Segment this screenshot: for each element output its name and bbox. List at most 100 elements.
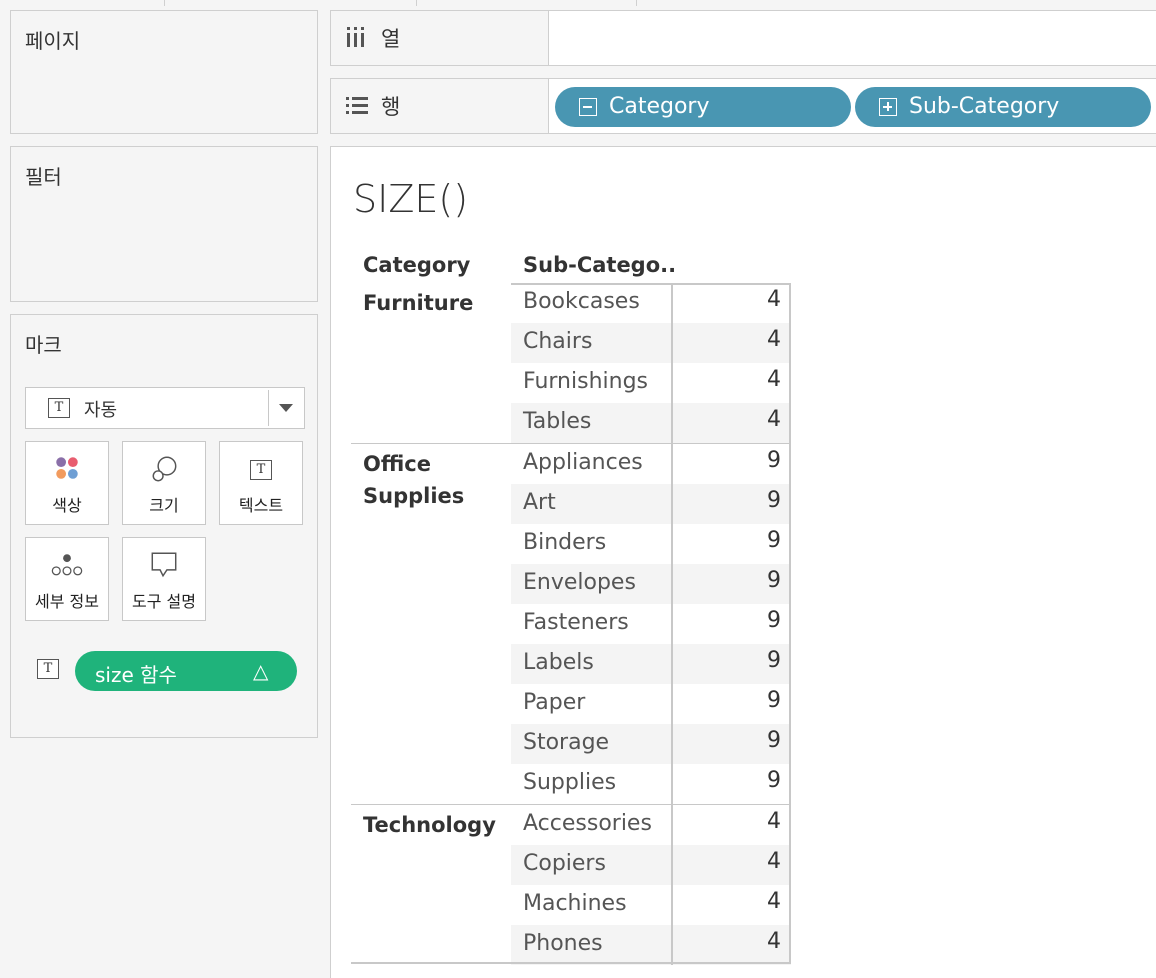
size-circles-icon (152, 456, 177, 482)
cell-divider (671, 403, 673, 443)
filters-title: 필터 (25, 165, 62, 189)
text-t-icon: T (250, 460, 272, 480)
table-row[interactable]: Machines 4 (511, 885, 791, 925)
subcategory-cell: Binders (523, 530, 607, 555)
subcategory-pill-label: Sub-Category (909, 94, 1060, 119)
tooltip-bubble-icon (151, 552, 177, 578)
size-value-cell: 9 (767, 768, 781, 793)
category-header-cell[interactable]: Furniture (363, 287, 513, 319)
table-row[interactable]: Binders 9 (511, 524, 791, 564)
detail-button[interactable]: 세부 정보 (25, 537, 109, 621)
table-row[interactable]: Appliances 9 (511, 444, 791, 484)
cell-divider (671, 604, 673, 644)
worksheet-title[interactable]: SIZE() (353, 177, 468, 221)
cell-divider (671, 363, 673, 403)
rows-drop-area[interactable]: Category Sub-Category (549, 79, 1156, 133)
table-row[interactable]: Tables 4 (511, 403, 791, 443)
size-value-cell: 9 (767, 688, 781, 713)
rows-shelf: 행 Category Sub-Category (330, 78, 1156, 134)
category-group: Technology Accessories 4 Copiers 4 Machines 4 P… (351, 804, 791, 965)
table-row[interactable]: Chairs 4 (511, 323, 791, 363)
cell-divider (671, 805, 673, 845)
subcategory-cell: Accessories (523, 811, 652, 836)
detail-button-label: 세부 정보 (35, 592, 99, 611)
subcategory-cell: Machines (523, 891, 627, 916)
pages-title: 페이지 (25, 29, 81, 53)
size-value-cell: 9 (767, 568, 781, 593)
subcategory-column-header[interactable]: Sub-Catego.. (523, 253, 676, 277)
table-row[interactable]: Accessories 4 (511, 805, 791, 845)
table-row[interactable]: Phones 4 (511, 925, 791, 965)
cell-divider (671, 444, 673, 484)
size-button-label: 크기 (149, 496, 179, 515)
table-row[interactable]: Bookcases 4 (511, 283, 791, 323)
text-t-icon: T (37, 659, 59, 679)
pages-shelf[interactable]: 페이지 (10, 10, 318, 134)
category-group: Office Supplies Appliances 9 Art 9 Binders 9 En… (351, 443, 791, 804)
size-value-cell: 9 (767, 648, 781, 673)
cell-divider (671, 845, 673, 885)
category-pill[interactable]: Category (555, 87, 851, 127)
table-row[interactable]: Fasteners 9 (511, 604, 791, 644)
table-row[interactable]: Storage 9 (511, 724, 791, 764)
columns-drop-area[interactable] (549, 11, 1156, 65)
subcategory-cell: Copiers (523, 851, 606, 876)
filters-shelf[interactable]: 필터 (10, 146, 318, 302)
table-row[interactable]: Labels 9 (511, 644, 791, 684)
table-row[interactable]: Furnishings 4 (511, 363, 791, 403)
subcategory-cell: Fasteners (523, 610, 629, 635)
mark-type-label: 자동 (84, 400, 118, 421)
size-value-cell: 4 (767, 889, 781, 914)
size-value-cell: 4 (767, 327, 781, 352)
cell-divider (671, 564, 673, 604)
subcategory-cell: Bookcases (523, 289, 640, 314)
size-value-cell: 4 (767, 367, 781, 392)
size-button[interactable]: 크기 (122, 441, 206, 525)
size-value-cell: 4 (767, 809, 781, 834)
cell-divider (671, 323, 673, 363)
color-dots-icon (56, 457, 78, 479)
category-column-header[interactable]: Category (363, 253, 470, 277)
size-function-pill[interactable]: size 함수 △ (75, 651, 297, 691)
subcategory-cell: Paper (523, 690, 586, 715)
size-value-cell: 9 (767, 728, 781, 753)
size-value-cell: 4 (767, 407, 781, 432)
color-button-label: 색상 (52, 496, 82, 515)
table-row[interactable]: Supplies 9 (511, 764, 791, 804)
tableau-workspace: 페이지 필터 마크 T 자동 색상 크기 T 텍스트 세부 정보 도구 설명 T… (0, 0, 1156, 978)
category-header-cell[interactable]: Technology (363, 809, 513, 841)
size-value-cell: 9 (767, 448, 781, 473)
text-button-label: 텍스트 (238, 496, 284, 515)
collapse-icon[interactable] (579, 98, 597, 116)
cell-divider (671, 644, 673, 684)
subcategory-cell: Tables (523, 409, 592, 434)
subcategory-cell: Appliances (523, 450, 643, 475)
category-group: Furniture Bookcases 4 Chairs 4 Furnishings 4 Ta… (351, 283, 791, 443)
expand-icon[interactable] (879, 98, 897, 116)
subcategory-cell: Furnishings (523, 369, 648, 394)
subcategory-cell: Labels (523, 650, 594, 675)
tooltip-button[interactable]: 도구 설명 (122, 537, 206, 621)
chevron-down-icon[interactable] (279, 404, 293, 412)
cell-divider (671, 524, 673, 564)
columns-label: 열 (381, 27, 401, 51)
table-row[interactable]: Art 9 (511, 484, 791, 524)
text-button[interactable]: T 텍스트 (219, 441, 303, 525)
subcategory-pill[interactable]: Sub-Category (855, 87, 1151, 127)
mark-type-dropdown[interactable]: T 자동 (25, 387, 305, 429)
table-bottom-border (351, 962, 791, 964)
subcategory-cell: Chairs (523, 329, 593, 354)
table-row[interactable]: Paper 9 (511, 684, 791, 724)
cell-divider (671, 764, 673, 804)
delta-icon: △ (253, 659, 269, 683)
strip-divider (416, 0, 417, 6)
color-button[interactable]: 색상 (25, 441, 109, 525)
table-row[interactable]: Envelopes 9 (511, 564, 791, 604)
subcategory-cell: Envelopes (523, 570, 636, 595)
size-value-cell: 9 (767, 488, 781, 513)
subcategory-cell: Art (523, 490, 556, 515)
cell-divider (671, 724, 673, 764)
size-function-pill-label: size 함수 (95, 663, 177, 687)
category-header-cell[interactable]: Office Supplies (363, 448, 513, 512)
table-row[interactable]: Copiers 4 (511, 845, 791, 885)
